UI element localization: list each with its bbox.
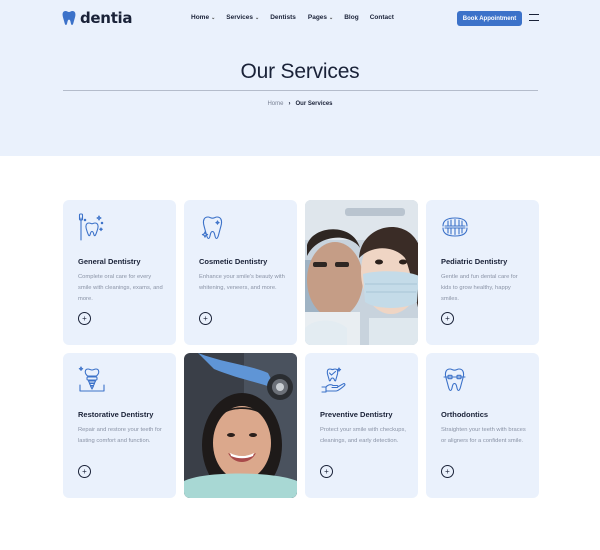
service-description: Straighten your teeth with braces or ali…	[441, 427, 526, 444]
nav-item-dentists[interactable]: Dentists	[270, 14, 296, 21]
top-navigation: dentia Home ⌄ Services ⌄ Dentists Pages …	[0, 0, 600, 36]
breadcrumb-home-link[interactable]: Home	[267, 101, 283, 107]
service-card-orthodontics[interactable]: Orthodontics Straighten your teeth with …	[426, 353, 539, 498]
brand-logo[interactable]: dentia	[62, 9, 133, 27]
dentures-icon	[442, 217, 468, 237]
nav-item-label: Contact	[369, 14, 394, 21]
dentists-photo	[305, 200, 418, 345]
page-title: Our Services	[240, 60, 360, 83]
service-description: Complete oral care for every smile with …	[78, 274, 163, 302]
service-description: Repair and restore your teeth for lastin…	[78, 427, 162, 444]
plus-icon[interactable]: +	[441, 312, 454, 325]
service-title: Restorative Dentistry	[78, 410, 154, 419]
nav-item-label: Dentists	[270, 14, 296, 21]
plus-icon[interactable]: +	[78, 465, 91, 478]
service-description: Enhance your smile's beauty with whiteni…	[199, 274, 285, 291]
book-appointment-button[interactable]: Book Appointment	[457, 11, 522, 26]
dentists-image	[305, 200, 418, 345]
nav-item-blog[interactable]: Blog	[344, 14, 358, 21]
tooth-brush-icon	[78, 213, 104, 241]
main-menu: Home ⌄ Services ⌄ Dentists Pages ⌄ Blog …	[191, 14, 394, 21]
plus-icon[interactable]: +	[441, 465, 454, 478]
patient-image	[184, 353, 297, 498]
nav-item-contact[interactable]: Contact	[370, 14, 394, 21]
service-card-restorative[interactable]: Restorative Dentistry Repair and restore…	[63, 353, 176, 498]
service-title: Orthodontics	[441, 410, 489, 419]
service-description: Protect your smile with checkups, cleani…	[320, 427, 407, 444]
service-title: Cosmetic Dentistry	[199, 257, 268, 266]
tooth-logo-icon	[62, 11, 76, 25]
brand-name: dentia	[80, 9, 133, 27]
chevron-down-icon: ⌄	[329, 14, 334, 21]
plus-icon[interactable]: +	[199, 312, 212, 325]
service-card-cosmetic[interactable]: Cosmetic Dentistry Enhance your smile's …	[184, 200, 297, 345]
chevron-down-icon: ⌄	[255, 14, 260, 21]
service-card-pediatric[interactable]: Pediatric Dentistry Gentle and fun denta…	[426, 200, 539, 345]
service-title: Preventive Dentistry	[320, 410, 393, 419]
nav-item-home[interactable]: Home ⌄	[191, 14, 215, 21]
breadcrumb-separator-icon: ›	[288, 101, 291, 107]
title-divider	[63, 90, 538, 91]
nav-item-pages[interactable]: Pages ⌄	[308, 14, 333, 21]
plus-icon[interactable]: +	[78, 312, 91, 325]
service-card-preventive[interactable]: Preventive Dentistry Protect your smile …	[305, 353, 418, 498]
sparkle-tooth-icon	[201, 216, 223, 240]
nav-item-label: Blog	[344, 14, 359, 21]
nav-item-label: Services	[226, 14, 254, 21]
service-title: General Dentistry	[78, 257, 141, 266]
service-title: Pediatric Dentistry	[441, 257, 508, 266]
braces-icon	[443, 368, 466, 392]
patient-photo	[184, 353, 297, 498]
breadcrumb-current: Our Services	[295, 101, 333, 107]
nav-item-services[interactable]: Services ⌄	[226, 14, 259, 21]
service-description: Gentle and fun dental care for kids to g…	[441, 274, 518, 302]
hamburger-menu-icon[interactable]	[529, 14, 539, 21]
nav-item-label: Home	[191, 14, 210, 21]
nav-item-label: Pages	[307, 14, 328, 21]
plus-icon[interactable]: +	[320, 465, 333, 478]
hand-tooth-icon	[321, 367, 346, 393]
service-card-general[interactable]: General Dentistry Complete oral care for…	[63, 200, 176, 345]
breadcrumb: Home › Our Services	[0, 101, 600, 107]
implant-icon	[78, 366, 105, 392]
chevron-down-icon: ⌄	[211, 14, 216, 21]
